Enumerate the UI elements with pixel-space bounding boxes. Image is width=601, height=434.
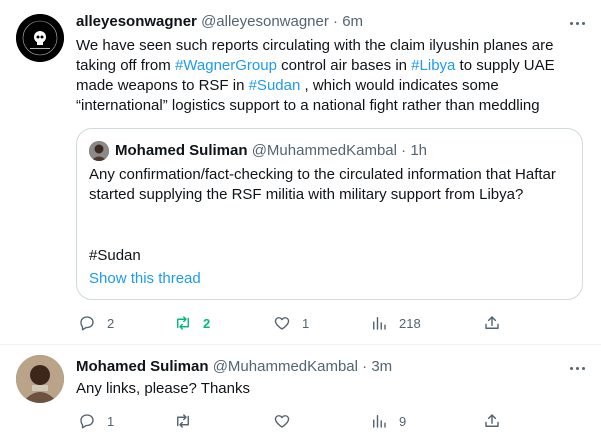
- share-icon: [485, 316, 499, 329]
- profile-photo-icon: [16, 355, 64, 403]
- view-count: 218: [399, 315, 421, 331]
- tweet[interactable]: Mohamed Suliman @MuhammedKambal · 3m Any…: [0, 345, 601, 434]
- timestamp[interactable]: 1h: [410, 142, 427, 159]
- like-button[interactable]: [273, 411, 302, 431]
- avatar[interactable]: [16, 14, 64, 62]
- reply-button[interactable]: 1: [78, 411, 114, 431]
- timestamp[interactable]: 3m: [371, 358, 392, 375]
- reply-count: 1: [107, 413, 115, 429]
- tweet-actions: 1 9: [72, 411, 502, 431]
- share-icon: [485, 414, 499, 427]
- views-button[interactable]: 218: [370, 313, 421, 333]
- user-handle[interactable]: @alleyesonwagner: [201, 13, 329, 30]
- reply-icon: [80, 316, 94, 331]
- reply-button[interactable]: 2: [78, 313, 114, 333]
- tweet-text: We have seen such reports circulating wi…: [76, 36, 588, 116]
- like-count: 1: [302, 315, 310, 331]
- tweet-actions: 2 2 1 218: [72, 313, 502, 333]
- retweet-icon: [177, 414, 189, 428]
- hashtag-link[interactable]: #Libya: [411, 57, 455, 74]
- views-button[interactable]: 9: [370, 411, 406, 431]
- heart-icon: [274, 317, 290, 330]
- separator: ·: [362, 358, 368, 375]
- user-handle[interactable]: @MuhammedKambal: [252, 142, 397, 159]
- share-button[interactable]: [483, 313, 501, 333]
- tweet-header: Mohamed Suliman @MuhammedKambal · 3m: [76, 357, 561, 377]
- retweet-icon: [177, 316, 189, 330]
- view-count: 9: [399, 413, 407, 429]
- profile-photo-icon: [89, 141, 109, 161]
- hashtag-link[interactable]: #WagnerGroup: [175, 57, 277, 74]
- wagner-logo-icon: [16, 14, 64, 62]
- display-name[interactable]: Mohamed Suliman: [115, 142, 248, 159]
- separator: ·: [401, 142, 407, 159]
- analytics-icon: [373, 317, 386, 330]
- retweet-button[interactable]: [174, 411, 203, 431]
- tweet-text: Any links, please? Thanks: [76, 380, 250, 397]
- avatar[interactable]: [89, 141, 109, 161]
- quote-header: Mohamed Suliman @MuhammedKambal · 1h: [115, 141, 427, 161]
- display-name[interactable]: alleyesonwagner: [76, 13, 197, 30]
- text-segment: control air bases in: [276, 57, 412, 74]
- quote-text: Any confirmation/fact-checking to the ci…: [89, 166, 556, 203]
- hashtag-link[interactable]: #Sudan: [249, 77, 301, 94]
- timestamp[interactable]: 6m: [342, 13, 363, 30]
- user-handle[interactable]: @MuhammedKambal: [213, 358, 358, 375]
- share-button[interactable]: [483, 411, 501, 431]
- display-name[interactable]: Mohamed Suliman: [76, 358, 209, 375]
- retweet-button[interactable]: 2: [174, 313, 210, 333]
- reply-icon: [80, 414, 94, 429]
- like-button[interactable]: 1: [273, 313, 309, 333]
- analytics-icon: [373, 415, 386, 428]
- tweet[interactable]: alleyesonwagner @alleyesonwagner · 6m We…: [0, 0, 601, 345]
- avatar[interactable]: [16, 355, 64, 403]
- tweet-header: alleyesonwagner @alleyesonwagner · 6m: [76, 12, 561, 32]
- show-thread-link[interactable]: Show this thread: [89, 269, 201, 289]
- heart-icon: [274, 415, 290, 428]
- more-options-icon[interactable]: [567, 358, 587, 378]
- reply-count: 2: [107, 315, 115, 331]
- retweet-count: 2: [203, 315, 211, 331]
- quote-hashtag: #Sudan: [89, 247, 141, 264]
- separator: ·: [333, 13, 339, 30]
- quoted-tweet[interactable]: Mohamed Suliman @MuhammedKambal · 1h Any…: [76, 128, 583, 300]
- more-options-icon[interactable]: [567, 13, 587, 33]
